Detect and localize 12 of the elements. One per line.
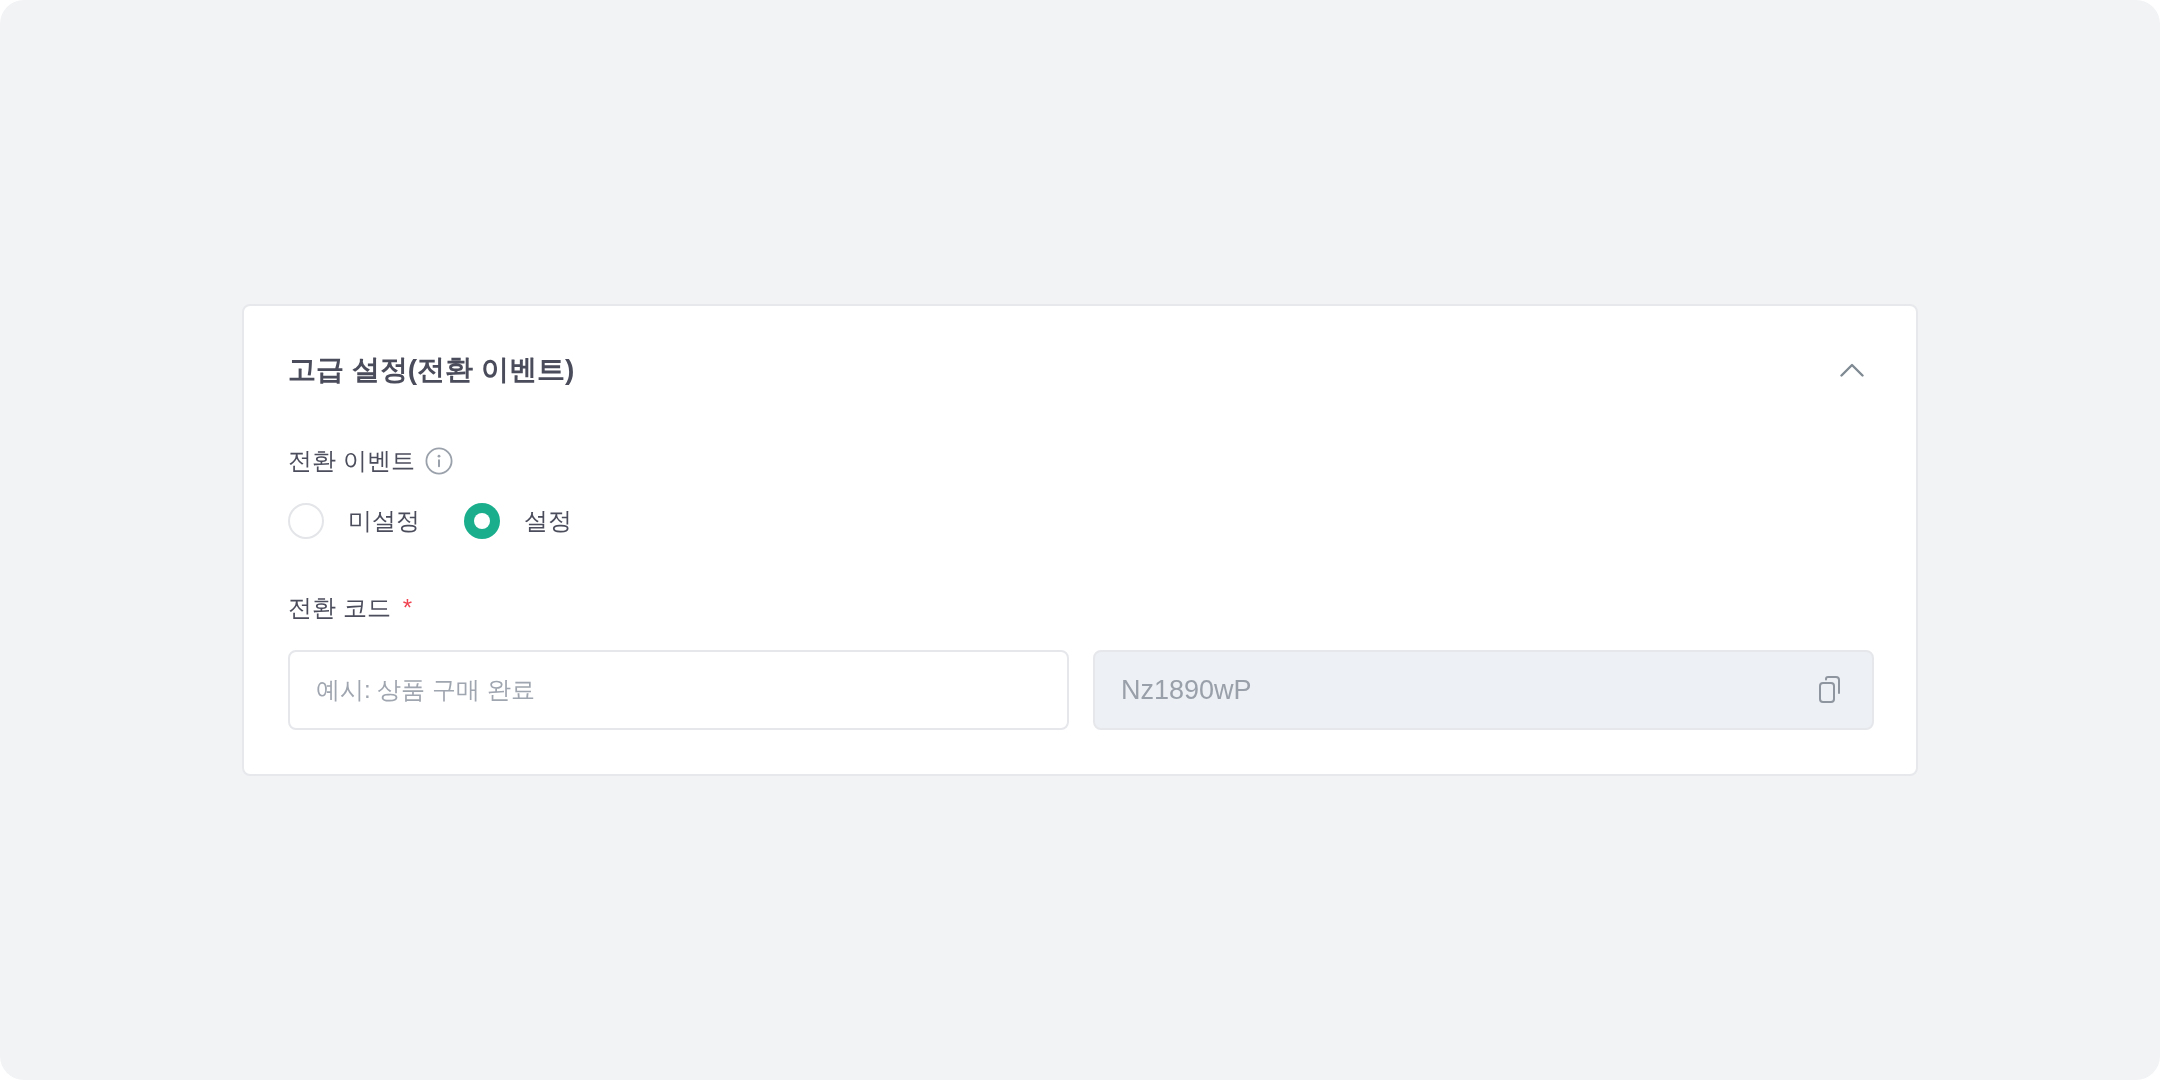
- radio-label[interactable]: 미설정: [348, 504, 420, 538]
- chevron-up-icon[interactable]: [1840, 363, 1864, 377]
- field-label: 전환 코드: [288, 593, 391, 623]
- info-icon[interactable]: [424, 447, 453, 475]
- required-mark: *: [402, 593, 412, 623]
- radio-button[interactable]: [464, 503, 500, 539]
- field-label: 전환 이벤트: [288, 446, 415, 476]
- radio-button[interactable]: [288, 503, 324, 539]
- radio-label[interactable]: 설정: [524, 504, 572, 538]
- name-input[interactable]: 예시: 상품 구매 완료: [288, 650, 1069, 730]
- copy-icon[interactable]: [1817, 676, 1843, 704]
- section-title: 고급 설정(전환 이벤트): [288, 353, 575, 387]
